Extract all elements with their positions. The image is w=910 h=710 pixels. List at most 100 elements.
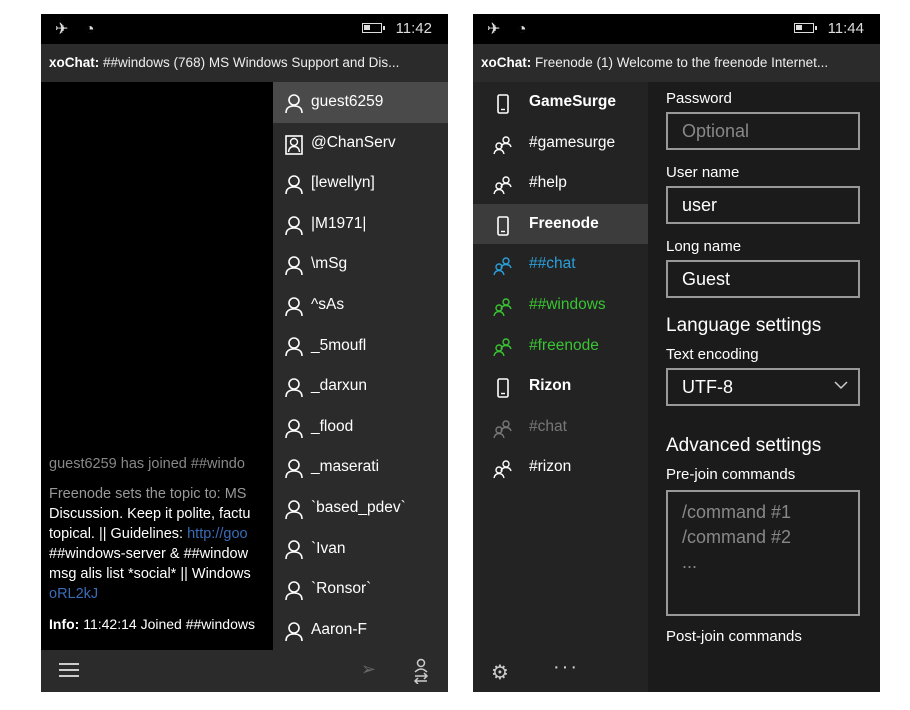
channel-label: ##windows — [529, 295, 606, 313]
airplane-wifi-icons: ✈ ◔ — [55, 21, 101, 38]
network-label: Rizon — [529, 377, 572, 395]
longname-field[interactable]: Guest — [666, 260, 860, 298]
network-item[interactable]: Rizon — [473, 366, 648, 407]
network-item[interactable]: GameSurge — [473, 82, 648, 123]
user-list-item[interactable]: ^sAs — [273, 285, 448, 326]
person-icon — [285, 536, 303, 560]
user-switch-icon[interactable] — [412, 658, 430, 684]
user-list-item[interactable]: `Ronsor` — [273, 569, 448, 610]
channel-label: #chat — [529, 417, 567, 435]
user-nick: [lewellyn] — [311, 174, 375, 192]
password-label: Password — [666, 90, 732, 107]
channel-item[interactable]: ##chat — [473, 244, 648, 285]
user-list-item[interactable]: _5moufl — [273, 326, 448, 367]
language-settings-heading: Language settings — [666, 315, 822, 336]
prejoin-label: Pre-join commands — [666, 466, 796, 483]
status-time: 11:42 — [395, 20, 432, 37]
person-icon — [285, 374, 303, 398]
user-list-item[interactable]: `based_pdev` — [273, 488, 448, 529]
channel-title-bar: xoChat: ##windows (768) MS Windows Suppo… — [41, 44, 448, 82]
user-list-item[interactable]: guest6259 — [273, 82, 448, 123]
status-bar: ✈ ◔ 11:44 — [473, 14, 880, 44]
channel-item[interactable]: #chat — [473, 407, 648, 448]
app-name: xoChat: — [49, 55, 100, 70]
network-welcome-title: Freenode (1) Welcome to the freenode Int… — [535, 55, 829, 70]
username-label: User name — [666, 164, 740, 181]
text-encoding-select[interactable]: UTF-8 — [666, 368, 860, 406]
person-icon — [285, 577, 303, 601]
prejoin-placeholder-line: /command #1 — [682, 502, 792, 522]
person-icon — [285, 415, 303, 438]
prejoin-commands-textarea[interactable]: /command #1 /command #2 ... — [666, 490, 860, 616]
network-title-bar: xoChat: Freenode (1) Welcome to the free… — [473, 44, 880, 82]
channel-item[interactable]: #gamesurge — [473, 123, 648, 164]
person-icon — [285, 171, 303, 195]
airplane-wifi-icons: ✈ ◔ — [487, 21, 533, 38]
user-list-item[interactable]: [lewellyn] — [273, 163, 448, 204]
user-list-item[interactable]: \mSg — [273, 244, 448, 285]
info-label: Info: — [49, 616, 80, 632]
network-label: GameSurge — [529, 93, 617, 110]
user-nick: _5moufl — [311, 336, 367, 354]
gear-icon[interactable]: ⚙ — [491, 660, 509, 685]
more-options-icon[interactable]: ··· — [553, 656, 579, 679]
user-nick: \mSg — [311, 255, 348, 273]
person-icon — [285, 496, 303, 519]
person-icon — [285, 252, 303, 276]
group-icon — [493, 131, 513, 154]
network-item[interactable]: Freenode — [473, 203, 648, 245]
user-nick: Aaron-F — [311, 620, 367, 638]
person-icon — [285, 293, 303, 316]
user-list-item[interactable]: @ChanServ — [273, 123, 448, 164]
user-nick: `Ronsor` — [311, 580, 372, 598]
channel-label: #rizon — [529, 458, 572, 476]
user-nick: _flood — [311, 417, 354, 435]
chevron-down-icon — [834, 381, 848, 390]
user-list-item[interactable]: _darxun — [273, 366, 448, 407]
group-icon — [493, 293, 513, 317]
postjoin-label: Post-join commands — [666, 628, 802, 645]
right-phone-screen: ✈ ◔ 11:44 xoChat: Freenode (1) Welcome t… — [473, 14, 880, 692]
user-list-item[interactable]: _flood — [273, 407, 448, 448]
person-icon — [285, 455, 303, 479]
user-nick: `Ivan — [311, 539, 346, 557]
phone-icon — [493, 212, 513, 236]
channel-item[interactable]: ##windows — [473, 285, 648, 326]
user-list-item[interactable]: _maserati — [273, 447, 448, 488]
battery-icon — [362, 23, 385, 33]
phone-icon — [493, 90, 513, 114]
channel-label: ##chat — [529, 255, 576, 273]
guidelines-link[interactable]: http://goo — [187, 526, 247, 542]
username-field[interactable]: user — [666, 186, 860, 224]
password-field[interactable]: Optional — [666, 112, 860, 150]
server-settings-form: Password Optional User name user Long na… — [666, 82, 866, 648]
network-label: Freenode — [529, 214, 599, 232]
prejoin-placeholder-line: /command #2 — [682, 527, 792, 547]
user-nick: _maserati — [311, 458, 380, 476]
channel-topic-title: ##windows (768) MS Windows Support and D… — [103, 55, 400, 70]
user-nick: @ChanServ — [311, 133, 396, 151]
user-nick: ^sAs — [311, 295, 345, 313]
status-time: 11:44 — [827, 20, 864, 37]
app-name: xoChat: — [481, 55, 532, 70]
hamburger-menu-icon[interactable] — [59, 663, 79, 677]
group-icon — [493, 415, 513, 438]
send-icon[interactable]: ➢ — [361, 659, 376, 680]
network-channel-list: GameSurge #gamesurge #help Freenode ##chat ##… — [473, 82, 648, 692]
channel-item[interactable]: #freenode — [473, 326, 648, 367]
group-icon — [493, 455, 513, 479]
channel-item[interactable]: #help — [473, 163, 648, 204]
person-icon — [285, 618, 303, 641]
user-list-item[interactable]: |M1971| — [273, 204, 448, 245]
channel-item[interactable]: #rizon — [473, 447, 648, 488]
info-text: 11:42:14 Joined ##windows — [83, 616, 255, 632]
advanced-settings-heading: Advanced settings — [666, 435, 822, 456]
channel-label: #gamesurge — [529, 133, 616, 151]
group-icon — [493, 171, 513, 195]
status-bar: ✈ ◔ 11:42 — [41, 14, 448, 44]
person-icon — [285, 90, 303, 113]
user-list-item[interactable]: `Ivan — [273, 529, 448, 570]
short-link[interactable]: oRL2kJ — [49, 586, 98, 602]
group-icon — [493, 252, 513, 276]
user-list-item[interactable]: Aaron-F — [273, 610, 448, 651]
